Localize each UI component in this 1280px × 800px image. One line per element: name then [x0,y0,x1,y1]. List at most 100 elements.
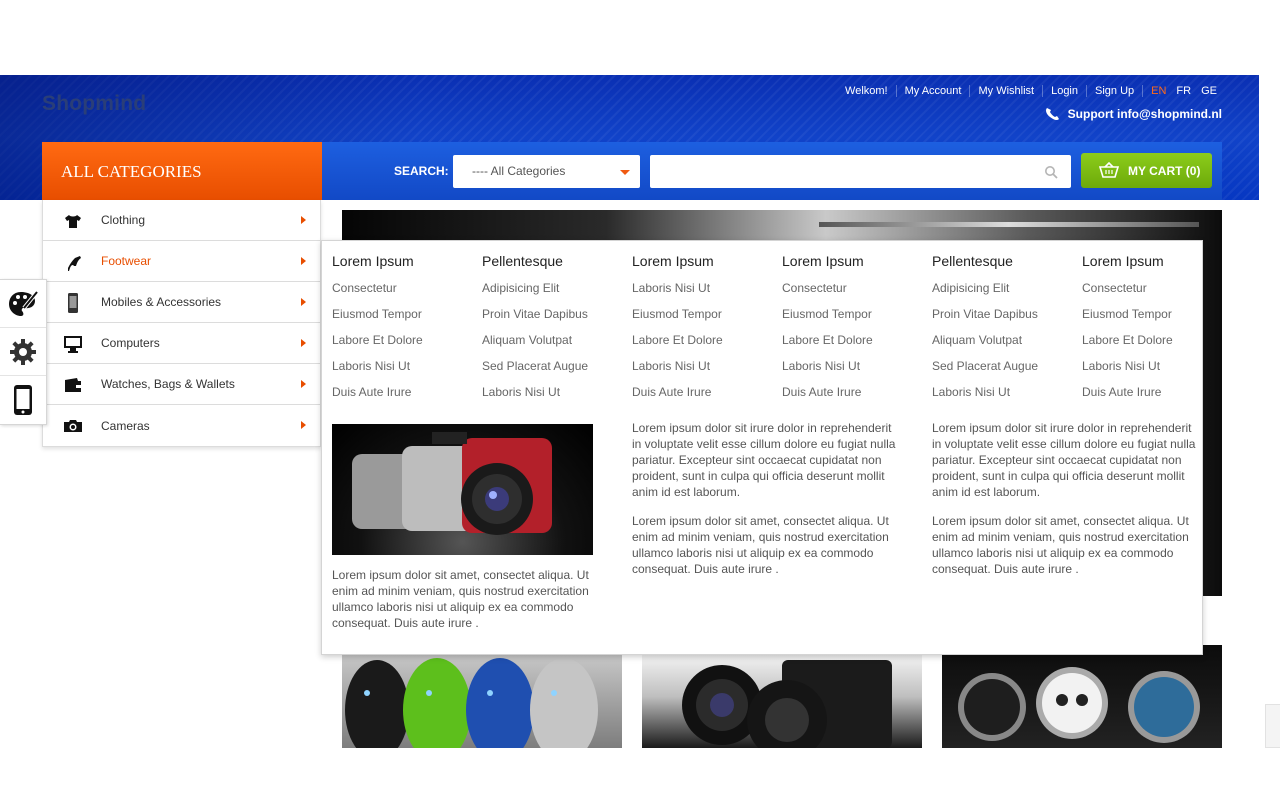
promo-text: Lorem ipsum dolor sit amet, consectet al… [932,514,1189,576]
category-mobiles[interactable]: Mobiles & Accessories [43,282,320,323]
smartphone-icon [14,385,32,415]
scroll-to-top-handle[interactable] [1265,704,1280,748]
mega-link[interactable]: Laboris Nisi Ut [632,359,782,385]
category-label: Footwear [101,254,152,268]
mega-link[interactable]: Sed Placerat Augue [932,359,1082,385]
category-select-value: ---- All Categories [472,164,566,178]
mega-link[interactable]: Eiusmod Tempor [632,307,782,333]
my-account-link[interactable]: My Account [895,85,970,97]
category-watches-bags-wallets[interactable]: Watches, Bags & Wallets [43,364,320,405]
mega-link[interactable]: Labore Et Dolore [782,333,932,359]
mega-column: Lorem Ipsum Consectetur Eiusmod Tempor L… [782,253,932,411]
mega-column-title: Pellentesque [932,253,1013,269]
category-label: Watches, Bags & Wallets [101,377,235,391]
mega-menu-footwear: Lorem Ipsum Consectetur Eiusmod Tempor L… [321,240,1203,655]
settings-tool[interactable] [0,328,46,376]
promo-camera-image[interactable] [332,424,593,555]
lang-en[interactable]: EN [1142,85,1171,97]
mega-link[interactable]: Laboris Nisi Ut [1082,359,1232,385]
mega-column-title: Lorem Ipsum [632,253,714,269]
mega-link[interactable]: Eiusmod Tempor [782,307,932,333]
mega-link[interactable]: Labore Et Dolore [632,333,782,359]
mega-link[interactable]: Laboris Nisi Ut [332,359,482,385]
mega-column: Lorem Ipsum Laboris Nisi Ut Eiusmod Temp… [632,253,782,411]
my-wishlist-link[interactable]: My Wishlist [969,85,1042,97]
mega-link[interactable]: Consectetur [1082,281,1232,307]
high-heel-icon [65,256,81,271]
search-icon[interactable] [1044,165,1058,179]
chevron-down-icon [620,170,630,175]
category-clothing[interactable]: Clothing [43,200,320,241]
mega-column-title: Lorem Ipsum [332,253,414,269]
all-categories-header[interactable]: ALL CATEGORIES [42,142,322,200]
phone-icon [1045,108,1059,121]
search-label: SEARCH: [394,164,449,178]
mobile-phone-icon [68,293,78,313]
chevron-right-icon [301,298,306,306]
search-input[interactable] [650,155,1071,188]
promo-caption: Lorem ipsum dolor sit amet, consectet al… [332,568,589,630]
mega-link[interactable]: Laboris Nisi Ut [782,359,932,385]
headphones-image [345,658,598,748]
mega-link[interactable]: Duis Aute Irure [782,385,932,411]
category-computers[interactable]: Computers [43,323,320,364]
banner-light-decor [819,222,1199,227]
theme-tool[interactable] [0,280,46,328]
category-footwear[interactable]: Footwear [43,241,320,282]
mega-column: Lorem Ipsum Consectetur Eiusmod Tempor L… [1082,253,1232,411]
monitor-icon [64,336,82,353]
mega-link[interactable]: Consectetur [782,281,932,307]
lang-fr[interactable]: FR [1171,85,1196,97]
palette-icon [9,290,39,316]
mega-column: Pellentesque Adipisicing Elit Proin Vita… [932,253,1082,411]
mega-link[interactable]: Laboris Nisi Ut [632,281,782,307]
mega-link[interactable]: Labore Et Dolore [332,333,482,359]
mega-link[interactable]: Aliquam Volutpat [482,333,632,359]
wallet-icon [65,378,81,392]
promo-thumbnail-camera[interactable] [642,645,922,748]
category-menu: Clothing Footwear Mobiles & Accessories … [42,200,321,447]
mega-link[interactable]: Adipisicing Elit [932,281,1082,307]
lang-ge[interactable]: GE [1196,85,1222,97]
mobile-view-tool[interactable] [0,376,46,424]
welcome-link[interactable]: Welkom! [837,85,896,97]
promo-text: Lorem ipsum dolor sit amet, consectet al… [632,514,889,576]
search-bar: SEARCH: ---- All Categories MY CART (0) [322,142,1222,200]
mega-link[interactable]: Aliquam Volutpat [932,333,1082,359]
promo-thumbnail-headphones[interactable] [342,645,622,748]
category-label: Clothing [101,213,146,227]
mega-link[interactable]: Duis Aute Irure [1082,385,1232,411]
mega-link[interactable]: Adipisicing Elit [482,281,632,307]
chevron-right-icon [301,339,306,347]
login-link[interactable]: Login [1042,85,1086,97]
mega-link[interactable]: Eiusmod Tempor [1082,307,1232,333]
promo-text: Lorem ipsum dolor sit irure dolor in rep… [632,421,896,499]
mega-link[interactable]: Sed Placerat Augue [482,359,632,385]
mega-column: Pellentesque Adipisicing Elit Proin Vita… [482,253,632,411]
watches-image [958,667,1200,743]
mega-column: Lorem Ipsum Consectetur Eiusmod Tempor L… [332,253,482,411]
mega-link[interactable]: Consectetur [332,281,482,307]
mega-link[interactable]: Labore Et Dolore [1082,333,1232,359]
promo-thumbnail-watches[interactable] [942,645,1222,748]
mega-link[interactable]: Duis Aute Irure [332,385,482,411]
mega-column-title: Pellentesque [482,253,563,269]
mega-link[interactable]: Laboris Nisi Ut [932,385,1082,411]
mega-link[interactable]: Duis Aute Irure [632,385,782,411]
mega-link[interactable]: Laboris Nisi Ut [482,385,632,411]
tshirt-icon [65,215,81,228]
site-logo[interactable]: Shopmind [42,92,146,116]
signup-link[interactable]: Sign Up [1086,85,1142,97]
mega-column-title: Lorem Ipsum [1082,253,1164,269]
category-cameras[interactable]: Cameras [43,405,320,446]
chevron-right-icon [301,421,306,429]
my-cart-button[interactable]: MY CART (0) [1081,153,1212,188]
camera-icon [64,420,82,432]
chevron-right-icon [301,216,306,224]
mega-link[interactable]: Eiusmod Tempor [332,307,482,333]
mega-link[interactable]: Proin Vitae Dapibus [482,307,632,333]
camera-lens-image [682,660,892,748]
mega-link[interactable]: Proin Vitae Dapibus [932,307,1082,333]
top-links: Welkom! My Account My Wishlist Login Sig… [837,85,1222,97]
category-select[interactable]: ---- All Categories [453,155,640,188]
